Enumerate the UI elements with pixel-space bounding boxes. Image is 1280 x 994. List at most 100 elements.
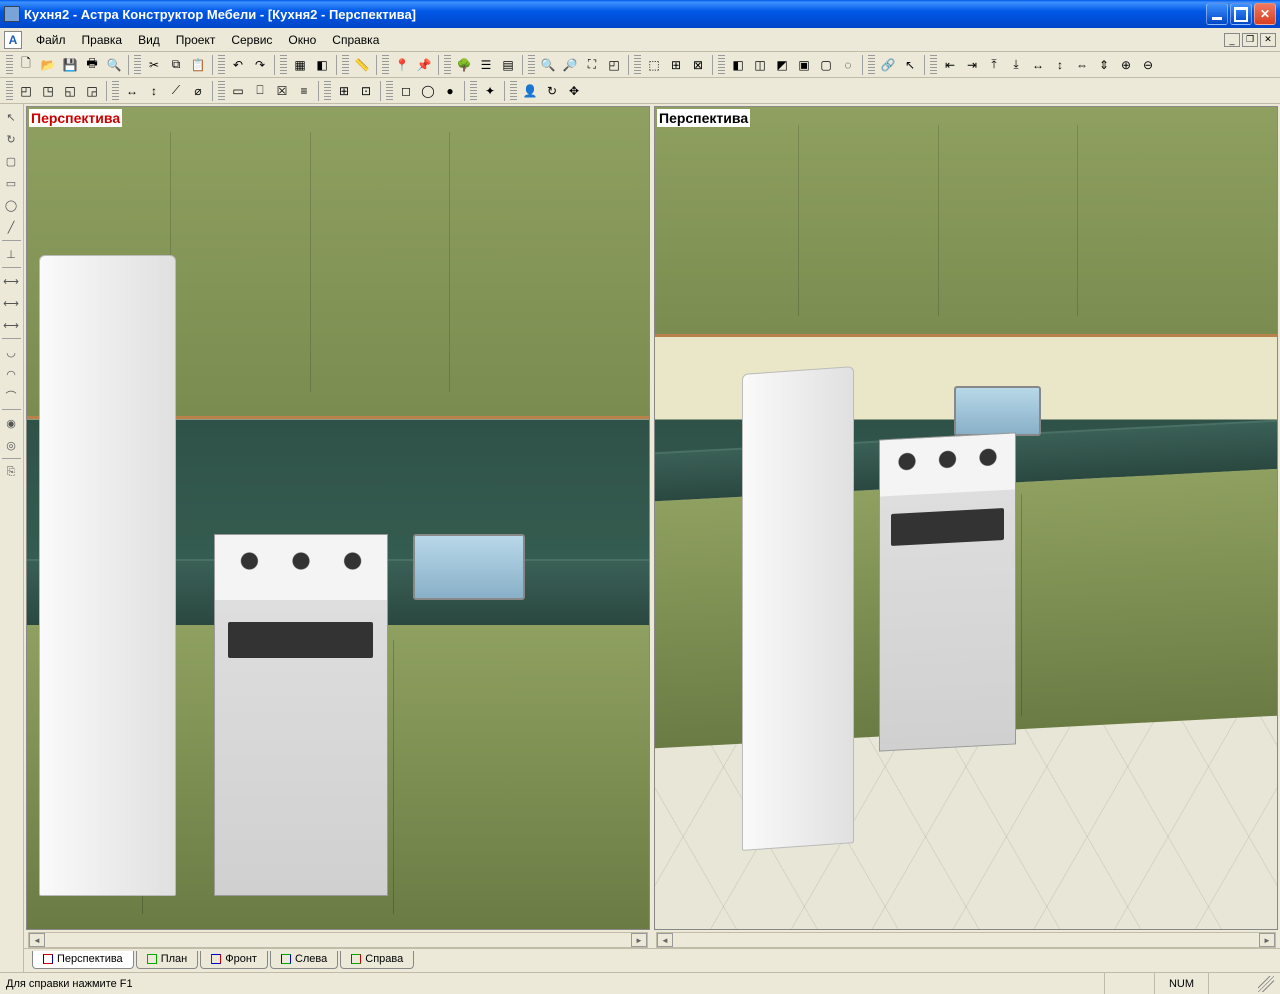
menu-правка[interactable]: Правка [74,30,131,50]
toolbar-handle[interactable] [444,55,451,75]
viewport-left[interactable]: Перспектива [26,106,650,930]
arc2-icon[interactable]: ◠ [0,363,22,385]
cyl-icon[interactable]: ◯ [417,80,439,102]
join-icon[interactable]: ⊕ [1115,54,1137,76]
toolbar-handle[interactable] [134,55,141,75]
open-icon[interactable]: 📂 [37,54,59,76]
door-icon[interactable]: ⎕ [249,80,271,102]
render-icon[interactable]: ✦ [479,80,501,102]
mdi-restore-button[interactable]: ❐ [1242,33,1258,47]
menu-проект[interactable]: Проект [168,30,224,50]
hole1-icon[interactable]: ◉ [0,412,22,434]
view4-icon[interactable]: ◲ [81,80,103,102]
toolbar-handle[interactable] [342,55,349,75]
print-icon[interactable]: 🖶 [81,54,103,76]
ellipse-icon[interactable]: ◯ [0,194,22,216]
snap-icon[interactable]: ⊞ [665,54,687,76]
redo-icon[interactable]: ↷ [249,54,271,76]
panel-icon[interactable]: ▭ [227,80,249,102]
box-tex-icon[interactable]: ▣ [793,54,815,76]
zoom-out-icon[interactable]: 🔎 [559,54,581,76]
select-icon[interactable]: ⬚ [643,54,665,76]
pointer-icon[interactable]: ↖ [0,106,22,128]
align-h-icon[interactable]: ↔ [1027,54,1049,76]
view3-icon[interactable]: ◱ [59,80,81,102]
toolbar-handle[interactable] [324,81,331,101]
sphere-icon[interactable]: ● [439,80,461,102]
preview-icon[interactable]: 🔍 [103,54,125,76]
scroll-left-icon[interactable]: ◄ [657,933,673,947]
scroll-left-icon[interactable]: ◄ [29,933,45,947]
view-tab-план[interactable]: План [136,951,199,969]
undo-icon[interactable]: ↶ [227,54,249,76]
hole2-icon[interactable]: ◎ [0,434,22,456]
box-shade-icon[interactable]: ◩ [771,54,793,76]
dim-a-icon[interactable]: ⟋ [165,80,187,102]
toolbar-handle[interactable] [218,81,225,101]
toolbar-handle[interactable] [470,81,477,101]
viewport-right[interactable]: Перспектива [654,106,1278,930]
toolbar-handle[interactable] [930,55,937,75]
rotate-icon[interactable]: ↻ [0,128,22,150]
rect-icon[interactable]: ▭ [0,172,22,194]
toolbar-handle[interactable] [218,55,225,75]
toolbar-handle[interactable] [382,55,389,75]
walk-icon[interactable]: 👤 [519,80,541,102]
dim-v-icon[interactable]: ↕ [143,80,165,102]
marker-red-icon[interactable]: 📍 [391,54,413,76]
box-icon[interactable]: ▢ [0,150,22,172]
ortho-icon[interactable]: ⊥ [0,243,22,265]
view2-icon[interactable]: ◳ [37,80,59,102]
tree-icon[interactable]: 🌳 [453,54,475,76]
arc1-icon[interactable]: ◡ [0,341,22,363]
zoom-fit-icon[interactable]: ⛶ [581,54,603,76]
align-v-icon[interactable]: ↕ [1049,54,1071,76]
scroll-right-icon[interactable]: ► [631,933,647,947]
orbit-icon[interactable]: ↻ [541,80,563,102]
menu-окно[interactable]: Окно [280,30,324,50]
toolbar-handle[interactable] [386,81,393,101]
link-icon[interactable]: 🔗 [877,54,899,76]
grid-icon[interactable]: ▦ [289,54,311,76]
measure-icon[interactable]: 📏 [351,54,373,76]
hscroll-left[interactable]: ◄ ► [28,932,648,948]
dim1-icon[interactable]: ⟷ [0,270,22,292]
drawer-icon[interactable]: ☒ [271,80,293,102]
view1-icon[interactable]: ◰ [15,80,37,102]
dim3-icon[interactable]: ⟷ [0,314,22,336]
cube-icon[interactable]: ◻ [395,80,417,102]
zoom-window-icon[interactable]: ◰ [603,54,625,76]
copy-icon[interactable]: ⧉ [165,54,187,76]
toolbar-handle[interactable] [112,81,119,101]
paste-icon[interactable]: 📋 [187,54,209,76]
snap2-icon[interactable]: ⊡ [355,80,377,102]
toolbar-handle[interactable] [528,55,535,75]
dist-v-icon[interactable]: ⇕ [1093,54,1115,76]
menu-справка[interactable]: Справка [324,30,387,50]
toolbar-handle[interactable] [868,55,875,75]
scroll-right-icon[interactable]: ► [1259,933,1275,947]
toolbar-handle[interactable] [6,81,13,101]
dim-h-icon[interactable]: ↔ [121,80,143,102]
toolbar-handle[interactable] [6,55,13,75]
align-r-icon[interactable]: ⇥ [961,54,983,76]
dist-h-icon[interactable]: ⇔ [1071,54,1093,76]
toolbar-handle[interactable] [280,55,287,75]
box-wire-icon[interactable]: ◫ [749,54,771,76]
pick-icon[interactable]: ↖ [899,54,921,76]
menu-вид[interactable]: Вид [130,30,168,50]
view-tab-справа[interactable]: Справа [340,951,414,969]
minimize-button[interactable] [1206,3,1228,25]
new-icon[interactable]: 🗋 [15,54,37,76]
layers-icon[interactable]: ▤ [497,54,519,76]
toolbar-handle[interactable] [510,81,517,101]
align-t-icon[interactable]: ⤒ [983,54,1005,76]
zoom-in-icon[interactable]: 🔍 [537,54,559,76]
close-button[interactable] [1254,3,1276,25]
cut-icon[interactable]: ✂ [143,54,165,76]
shelf-icon[interactable]: ≡ [293,80,315,102]
view-tab-перспектива[interactable]: Перспектива [32,951,134,969]
dim-r-icon[interactable]: ⌀ [187,80,209,102]
save-icon[interactable]: 💾 [59,54,81,76]
box-hidden-icon[interactable]: ▢ [815,54,837,76]
